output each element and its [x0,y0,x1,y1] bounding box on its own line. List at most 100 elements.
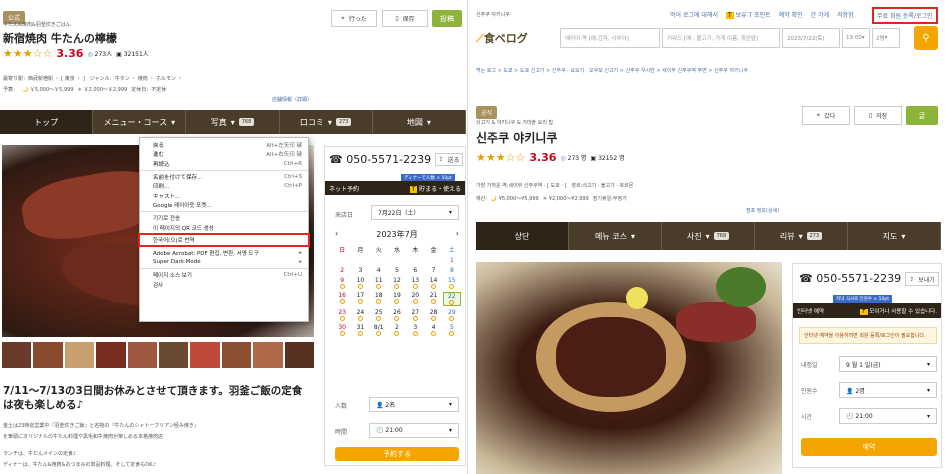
calendar-day[interactable]: 5 [388,267,406,274]
reserve-button[interactable]: 예약 [801,438,937,456]
date-picker[interactable]: 2023/7/22(토) [782,28,840,48]
menu-item-cast[interactable]: キャスト... [140,191,308,201]
calendar-day[interactable]: 27 [406,309,424,321]
tab-photos[interactable]: 写真 ▾ 768 [186,110,280,134]
calendar-day[interactable]: 23 [333,309,351,321]
calendar-day[interactable]: 22 [442,292,461,306]
calendar-day[interactable]: 16 [333,292,351,306]
menu-item-print[interactable]: 印刷... Ctrl+P [140,181,308,191]
calendar-day[interactable]: 30 [333,324,351,336]
calendar-day[interactable]: 19 [388,292,406,306]
tab-top[interactable]: トップ [0,110,94,134]
search-button[interactable]: ⚲ [914,26,938,50]
review-count[interactable]: ◎ 273人 [87,49,112,58]
menu-item-google-lens[interactable]: Google 레이아웃 포켓... [140,201,308,211]
store-info-link[interactable]: 店舗情報（詳細） [272,96,312,103]
tab-menu[interactable]: メニュー・コース ▾ [93,110,187,134]
tpoint-link[interactable]: T 보유 T 포인트 [725,10,771,19]
people-select[interactable]: 👤 2명 ▾ [839,382,937,398]
next-month-icon[interactable]: › [456,229,459,240]
register-login-link[interactable]: 무료 회원 등록/로그인 [872,7,938,24]
thumbnail[interactable] [221,342,252,368]
menu-item-qr-code[interactable]: 이 페이지의 QR 코드 생성 [140,223,308,233]
reservations-link[interactable]: 예약 확인 [779,10,803,19]
keyword-search-input[interactable]: 키워드 [예 : 불고기, 가게 이름, 개인앞] [662,28,780,48]
menu-item-save-as[interactable]: 名前を付けて保存... Ctrl+S [140,172,308,182]
people-picker[interactable]: 2명 ▾ [872,28,900,48]
calendar-day[interactable]: 4 [370,267,388,274]
calendar-day[interactable]: 12 [388,277,406,289]
calendar-day[interactable]: 26 [388,309,406,321]
share-button[interactable]: ⇪ 보내기 [905,272,939,286]
phone-number[interactable]: ☎ 050-5571-2239 [799,272,901,285]
tab-reviews[interactable]: 리뷰 ▾ 273 [755,222,848,250]
calendar-day[interactable]: 31 [351,324,369,336]
tab-photos[interactable]: 사진 ▾ 768 [662,222,755,250]
calendar-day[interactable]: 14 [424,277,442,289]
calendar-day[interactable]: 10 [351,277,369,289]
calendar-day[interactable]: 4 [424,324,442,336]
visit-date-select[interactable]: 9 월 1 일(금) ▾ [839,356,937,372]
thumbnail[interactable] [284,342,315,368]
visited-link[interactable]: 간 가게 [811,10,829,19]
tab-top[interactable]: 상단 [476,222,569,250]
calendar-day[interactable]: 2 [333,267,351,274]
thumbnail[interactable] [253,342,283,368]
tab-menu[interactable]: 메뉴 코스 ▾ [569,222,662,250]
menu-item-forward[interactable]: 進む Alt+右矢印 键 [140,150,308,160]
calendar-day[interactable]: 15 [443,277,461,289]
time-select[interactable]: 🕘 21:00 ▾ [839,408,937,424]
tabelog-logo[interactable]: ⟋食べログ [476,30,528,46]
thumbnail[interactable] [190,342,220,368]
calendar-day[interactable]: 2 [388,324,406,336]
calendar-day[interactable]: 8/1 [370,324,388,336]
calendar-day[interactable]: 28 [424,309,442,321]
calendar-day[interactable]: 7 [424,267,442,274]
menu-item-back[interactable]: 戻る Alt+左矢印 键 [140,140,308,150]
calendar-day[interactable]: 5 [443,324,461,336]
calendar-day[interactable]: 24 [351,309,369,321]
share-button[interactable]: ⇪ 送る [435,153,463,166]
calendar-day[interactable]: 13 [406,277,424,289]
thumbnail[interactable] [33,342,63,368]
calendar-day[interactable]: 29 [443,309,461,321]
calendar-day[interactable]: 25 [370,309,388,321]
went-button[interactable]: ⌖ 갔다 [802,106,850,125]
calendar-day[interactable]: 20 [406,292,424,306]
menu-item-reload[interactable]: 再読込 Ctrl+R [140,159,308,169]
thumbnail[interactable] [159,342,189,368]
post-button[interactable]: 글 [906,106,938,125]
tab-map[interactable]: 지도 ▾ [848,222,941,250]
calendar-day[interactable]: 11 [370,277,388,289]
save-button[interactable]: ▯ 저장 [854,106,902,125]
people-select[interactable]: 👤 2名 ▾ [369,397,459,412]
went-button[interactable]: ⌖ 行った [331,10,377,27]
time-select[interactable]: 🕘 21:00 ▾ [369,423,459,438]
tab-reviews[interactable]: 口コミ ▾ 273 [280,110,373,134]
menu-item-translate[interactable]: 한국어(으)로 번역 [138,233,310,247]
menu-item-view-source[interactable]: 페이지 소스 보기 Ctrl+U [140,270,308,280]
prev-month-icon[interactable]: ‹ [335,229,338,240]
calendar-day[interactable]: 21 [424,292,442,306]
thumbnail[interactable] [64,342,95,368]
calendar-day[interactable]: 18 [370,292,388,306]
breadcrumb[interactable]: 먹는 로그 > 도쿄 > 도쿄 신고기 > 신주쿠 · 요요기 · 오쿠보 신고… [476,67,748,74]
visit-date-select[interactable]: 7月22日（土） ▾ [371,205,459,220]
menu-item-adobe-acrobat[interactable]: Adobe Acrobat: PDF 편집, 변환, 서명 도구 ▸ [140,248,308,258]
tab-map[interactable]: 地図 ▾ [373,110,467,134]
about-link[interactable]: 먹어 로그에 대해서 [670,10,718,19]
thumbnail[interactable] [96,342,126,368]
calendar-day[interactable]: 6 [406,267,424,274]
calendar-day[interactable]: 8 [443,267,461,274]
calendar-day[interactable]: 9 [333,277,351,289]
thumbnail[interactable] [127,342,158,368]
review-count[interactable]: ◎ 273 명 [560,153,586,162]
calendar-day[interactable]: 1 [443,257,461,264]
main-food-photo[interactable] [476,262,782,474]
post-button[interactable]: 投稿 [432,10,462,27]
menu-item-send-to-device[interactable]: 기기로 전송 [140,213,308,223]
save-button[interactable]: ▯ 保存 [382,10,428,27]
menu-item-inspect[interactable]: 검사 [140,280,308,290]
saved-link[interactable]: 저장함 [837,10,854,19]
calendar-day[interactable]: 17 [351,292,369,306]
